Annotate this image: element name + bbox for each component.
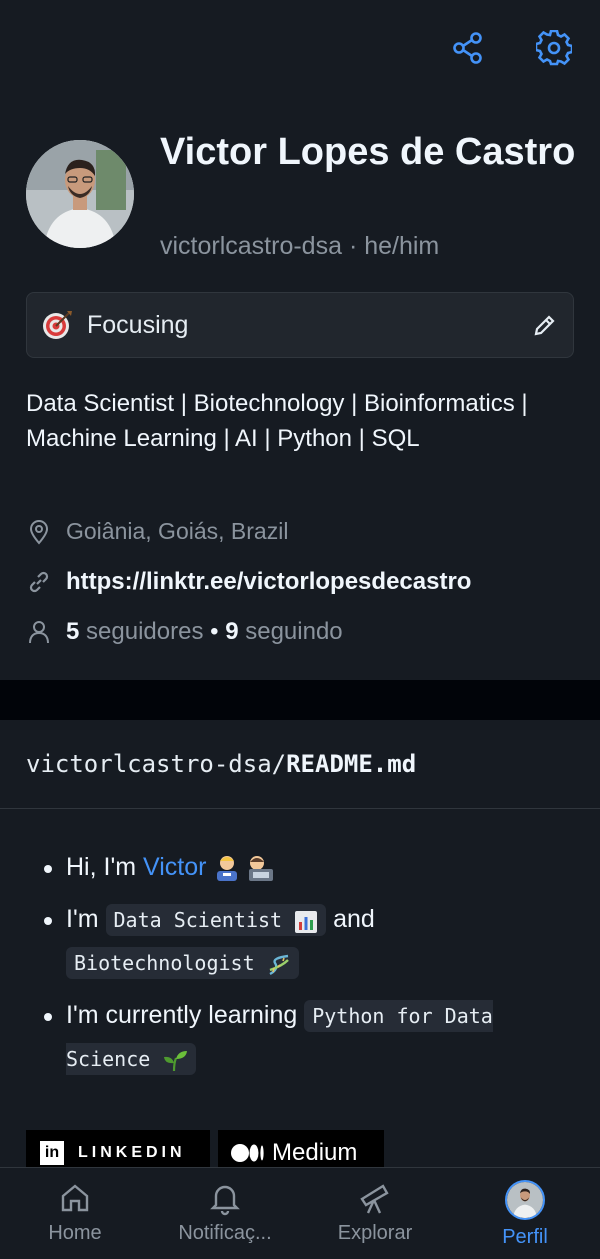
bar-chart-icon — [295, 910, 318, 933]
location-icon — [29, 519, 49, 545]
nav-home[interactable]: Home — [0, 1168, 150, 1259]
followers-count[interactable]: 5 — [66, 618, 79, 646]
nav-profile[interactable]: Perfil — [450, 1168, 600, 1259]
follow-row[interactable]: 5 seguidores • 9 seguindo — [26, 618, 343, 646]
home-icon — [61, 1184, 89, 1212]
follow-separator: • — [210, 618, 219, 645]
readme-title[interactable]: victorlcastro-dsa/README.md — [26, 750, 416, 778]
list-item: I'm Data Scientist and Biotechnologist — [26, 898, 566, 984]
code-snippet: Data Scientist — [105, 904, 327, 936]
code-snippet: Biotechnologist — [66, 947, 299, 979]
readme-file: README.md — [286, 750, 417, 778]
location-text: Goiânia, Goiás, Brazil — [66, 518, 289, 544]
share-icon — [453, 32, 482, 64]
nav-explore[interactable]: Explorar — [300, 1168, 450, 1259]
status-text: Focusing — [87, 310, 189, 339]
status-box[interactable]: Focusing — [26, 292, 574, 358]
medium-icon — [231, 1144, 264, 1162]
top-actions — [448, 28, 574, 68]
divider — [0, 808, 600, 809]
nav-notifications[interactable]: Notificaç... — [150, 1168, 300, 1259]
readme-repo: victorlcastro-dsa/ — [26, 750, 287, 778]
technologist-icon — [217, 856, 274, 882]
website-row[interactable]: https://linktr.ee/victorlopesdecastro — [26, 568, 471, 596]
following-count[interactable]: 9 — [225, 618, 238, 646]
profile-handle: victorlcastro-dsa · he/him — [160, 232, 440, 260]
settings-button[interactable] — [534, 28, 574, 68]
linkedin-icon: in — [40, 1141, 64, 1165]
dna-icon — [269, 954, 289, 975]
link-icon — [29, 571, 49, 593]
seedling-icon — [164, 1050, 188, 1071]
location-row: Goiânia, Goiás, Brazil — [26, 518, 288, 545]
list-item: I'm currently learning Python for Data S… — [26, 994, 566, 1080]
target-icon — [43, 311, 72, 339]
avatar[interactable] — [26, 140, 134, 248]
list-item: Hi, I'm Victor — [26, 846, 566, 888]
telescope-icon — [360, 1184, 389, 1214]
person-icon — [29, 621, 49, 644]
readme-card: victorlcastro-dsa/README.md Hi, I'm Vict… — [0, 720, 600, 1180]
readme-link[interactable]: Victor — [143, 853, 206, 881]
share-button[interactable] — [448, 28, 488, 68]
profile-bio: Data Scientist | Biotechnology | Bioinfo… — [26, 390, 528, 452]
pencil-icon[interactable] — [531, 311, 559, 339]
bell-icon — [210, 1185, 240, 1216]
following-label[interactable]: seguindo — [245, 618, 342, 646]
readme-list: Hi, I'm Victor I'm Data Scientist and Bi… — [26, 846, 566, 1090]
gear-icon — [536, 30, 572, 66]
avatar — [505, 1180, 545, 1220]
followers-label[interactable]: seguidores — [86, 618, 203, 646]
profile-card: Victor Lopes de Castro victorlcastro-dsa… — [0, 0, 600, 680]
website-link[interactable]: https://linktr.ee/victorlopesdecastro — [66, 568, 471, 596]
bottom-nav: Home Notificaç... Explorar Perfil — [0, 1167, 600, 1259]
profile-name: Victor Lopes de Castro — [160, 131, 576, 173]
